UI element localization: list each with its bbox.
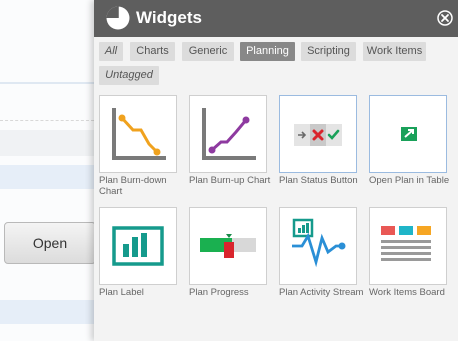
tab-planning[interactable]: Planning [240, 42, 295, 61]
background-row [0, 165, 94, 189]
widget-label: Work Items Board [369, 287, 445, 298]
widget-plan-burn-down-chart[interactable]: Plan Burn-down Chart [99, 95, 177, 197]
activity-stream-icon [279, 207, 357, 285]
widget-label: Plan Burn-up Chart [189, 175, 271, 186]
background-row [0, 300, 94, 324]
widget-label: Plan Status Button [279, 175, 358, 186]
burnup-chart-icon [189, 95, 267, 173]
widgets-panel: Widgets All Charts Generic Planning Scri… [94, 0, 458, 341]
widget-work-items-board[interactable]: Work Items Board [369, 207, 447, 298]
widget-plan-burn-up-chart[interactable]: Plan Burn-up Chart [189, 95, 270, 186]
tab-scripting[interactable]: Scripting [301, 42, 356, 61]
background-row [0, 130, 94, 156]
tab-untagged[interactable]: Untagged [99, 66, 159, 85]
board-icon [369, 207, 447, 285]
progress-icon [189, 207, 267, 285]
open-button[interactable]: Open [4, 222, 96, 264]
plan-label-icon [99, 207, 177, 285]
tab-all[interactable]: All [99, 42, 123, 61]
divider [0, 82, 94, 84]
burndown-chart-icon [99, 95, 177, 173]
tab-work-items[interactable]: Work Items [363, 42, 426, 61]
widget-open-plan-in-table[interactable]: Open Plan in Table [369, 95, 449, 186]
widget-plan-status-button[interactable]: Plan Status Button [279, 95, 358, 186]
close-icon[interactable] [437, 10, 453, 31]
divider [0, 120, 94, 122]
widget-label: Plan Label [99, 287, 144, 298]
background-app: Open [0, 0, 96, 341]
status-button-icon [279, 95, 357, 173]
tab-generic[interactable]: Generic [182, 42, 234, 61]
widget-plan-progress[interactable]: Plan Progress [189, 207, 267, 298]
widget-label: Plan Burn-down Chart [99, 175, 167, 197]
widget-label: Plan Progress [189, 287, 249, 298]
open-table-icon [369, 95, 447, 173]
widget-plan-activity-stream[interactable]: Plan Activity Stream [279, 207, 363, 298]
widget-label: Plan Activity Stream [279, 287, 364, 298]
widget-plan-label[interactable]: Plan Label [99, 207, 177, 298]
panel-header: Widgets [94, 0, 458, 37]
tab-charts[interactable]: Charts [130, 42, 175, 61]
pie-chart-icon [105, 5, 131, 36]
panel-title: Widgets [136, 8, 202, 27]
widget-label: Open Plan in Table [369, 175, 450, 186]
